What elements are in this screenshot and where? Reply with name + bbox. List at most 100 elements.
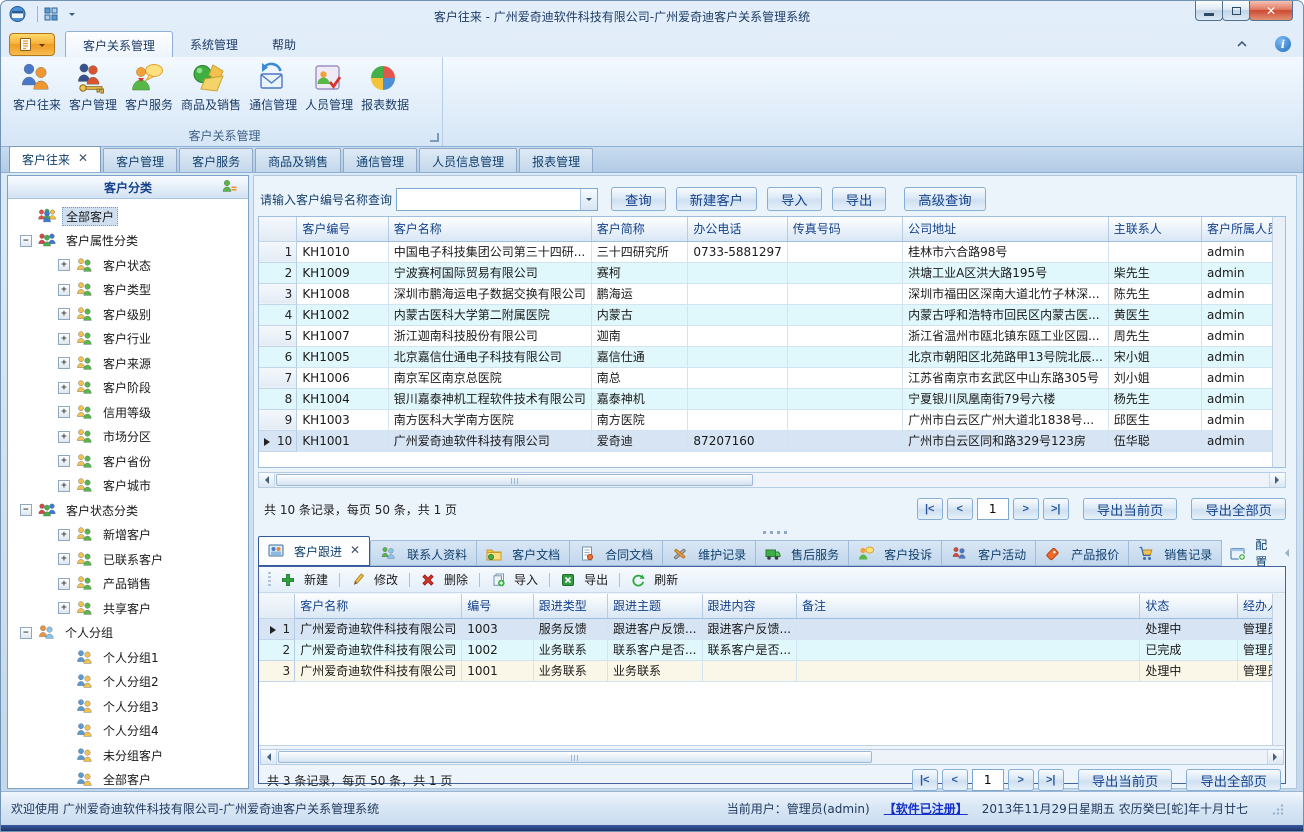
table-row[interactable]: 1广州爱奇迪软件科技有限公司1003服务反馈跟进客户反馈...跟进客户反馈...…: [259, 618, 1285, 639]
last-page-button[interactable]: >|: [1038, 769, 1064, 791]
license-link[interactable]: 【软件已注册】: [884, 800, 968, 817]
scrollbar-thumb[interactable]: [276, 474, 753, 486]
close-tab-icon[interactable]: ✕: [78, 151, 88, 172]
tree-item-1[interactable]: 全部客户: [14, 204, 248, 229]
table-row[interactable]: 3KH1008深圳市鹏海运电子数据交换有限公司鹏海运深圳市福田区深南大道北竹子林…: [259, 283, 1285, 304]
search-button-2[interactable]: 新建客户: [676, 187, 757, 211]
tree-item-19[interactable]: 个人分组1: [14, 645, 248, 670]
ribbon-button-rb-visits[interactable]: 客户往来: [9, 60, 65, 126]
search-button-4[interactable]: 导出: [832, 187, 887, 211]
export-current-page-button[interactable]: 导出当前页: [1078, 769, 1173, 791]
app-icon[interactable]: [9, 6, 26, 22]
table-row[interactable]: 7KH1006南京军区南京总医院南总江苏省南京市玄武区中山东路305号刘小姐ad…: [259, 367, 1285, 388]
tree-item-12[interactable]: +客户城市: [14, 474, 248, 499]
export-current-page-button[interactable]: 导出当前页: [1083, 498, 1178, 520]
tree-item-4[interactable]: +客户类型: [14, 278, 248, 303]
page-number-input[interactable]: [972, 769, 1004, 791]
help-info-icon[interactable]: i: [1275, 36, 1291, 52]
expand-toggle-icon[interactable]: +: [58, 602, 70, 614]
resize-grip-icon[interactable]: [1272, 803, 1284, 815]
tree-item-3[interactable]: +客户状态: [14, 253, 248, 278]
toolbar-export-button[interactable]: 导出: [556, 569, 613, 590]
expand-toggle-icon[interactable]: +: [58, 480, 70, 492]
column-header[interactable]: 办公电话: [688, 217, 787, 241]
toolbar-edit-button[interactable]: 修改: [346, 569, 403, 590]
first-page-button[interactable]: |<: [912, 769, 938, 791]
expand-toggle-icon[interactable]: +: [58, 357, 70, 369]
scrollbar-track[interactable]: [277, 750, 1267, 764]
ribbon-button-rb-report[interactable]: 报表数据: [357, 60, 413, 126]
search-button-1[interactable]: 查询: [611, 187, 666, 211]
prev-page-button[interactable]: <: [947, 498, 973, 520]
export-all-pages-button[interactable]: 导出全部页: [1191, 498, 1286, 520]
horizontal-scrollbar[interactable]: [260, 749, 1284, 765]
column-header[interactable]: 客户简称: [591, 217, 688, 241]
maximize-button[interactable]: [1222, 1, 1250, 21]
expand-toggle-icon[interactable]: +: [58, 382, 70, 394]
scroll-left-button[interactable]: [259, 473, 275, 487]
column-header[interactable]: 备注: [796, 594, 1139, 618]
export-all-pages-button[interactable]: 导出全部页: [1186, 769, 1281, 791]
column-header[interactable]: 跟进主题: [608, 594, 702, 618]
tree-item-18[interactable]: −个人分组: [14, 621, 248, 646]
expand-toggle-icon[interactable]: +: [58, 308, 70, 320]
tree-item-8[interactable]: +客户阶段: [14, 376, 248, 401]
expand-toggle-icon[interactable]: +: [58, 333, 70, 345]
tree-item-5[interactable]: +客户级别: [14, 302, 248, 327]
table-row[interactable]: 5KH1007浙江迦南科技股份有限公司迦南浙江省温州市瓯北镇东瓯工业区园...周…: [259, 325, 1285, 346]
tree-item-21[interactable]: 个人分组3: [14, 694, 248, 719]
expand-toggle-icon[interactable]: +: [58, 284, 70, 296]
doc-tab-3[interactable]: 客户服务: [179, 148, 253, 172]
detail-tab-8[interactable]: 客户活动: [942, 540, 1036, 566]
scroll-left-button[interactable]: [261, 750, 277, 764]
horizontal-scrollbar[interactable]: [258, 472, 1286, 488]
tree-item-7[interactable]: +客户来源: [14, 351, 248, 376]
search-button-3[interactable]: 导入: [767, 187, 822, 211]
column-header[interactable]: 客户名称: [295, 594, 462, 618]
ribbon-tab-3[interactable]: 帮助: [255, 31, 313, 57]
tree-item-10[interactable]: +市场分区: [14, 425, 248, 450]
column-header[interactable]: 客户编号: [297, 217, 388, 241]
tree-item-2[interactable]: −客户属性分类: [14, 229, 248, 254]
tree-item-20[interactable]: 个人分组2: [14, 670, 248, 695]
table-row[interactable]: 2KH1009宁波赛柯国际贸易有限公司赛柯洪塘工业A区洪大路195号柴先生adm…: [259, 262, 1285, 283]
table-row[interactable]: 6KH1005北京嘉信仕通电子科技有限公司嘉信仕通北京市朝阳区北苑路甲13号院北…: [259, 346, 1285, 367]
close-tab-icon[interactable]: ✕: [350, 543, 360, 557]
detail-tab-6[interactable]: 售后服务: [756, 540, 849, 566]
doc-tab-6[interactable]: 人员信息管理: [419, 148, 517, 172]
minimize-button[interactable]: [1195, 1, 1223, 21]
detail-tab-1[interactable]: 客户跟进✕: [258, 536, 370, 566]
scroll-right-button[interactable]: [1267, 750, 1283, 764]
scroll-right-button[interactable]: [1269, 473, 1285, 487]
doc-tab-7[interactable]: 报表管理: [519, 148, 593, 172]
column-header[interactable]: 客户名称: [388, 217, 591, 241]
expand-toggle-icon[interactable]: +: [58, 259, 70, 271]
column-header[interactable]: 编号: [462, 594, 534, 618]
detail-tab-7[interactable]: 客户投诉: [849, 540, 942, 566]
ribbon-button-rb-manage[interactable]: 客户管理: [65, 60, 121, 126]
close-button[interactable]: ✕: [1249, 1, 1293, 21]
combo-dropdown-button[interactable]: [580, 189, 597, 210]
expand-toggle-icon[interactable]: +: [58, 529, 70, 541]
detail-tab-2[interactable]: 联系人资料: [370, 540, 477, 566]
quick-access-toolbar-icon[interactable]: [44, 7, 58, 21]
table-row[interactable]: 8KH1004银川嘉泰神机工程软件技术有限公司嘉泰神机宁夏银川凤凰南街79号六楼…: [259, 388, 1285, 409]
tree-item-11[interactable]: +客户省份: [14, 449, 248, 474]
detail-tab-5[interactable]: 维护记录: [663, 540, 756, 566]
toolbar-add-button[interactable]: 新建: [276, 569, 333, 590]
column-header[interactable]: 跟进类型: [533, 594, 607, 618]
manage-category-icon[interactable]: [221, 179, 237, 194]
tree-item-17[interactable]: +共享客户: [14, 596, 248, 621]
expand-toggle-icon[interactable]: +: [58, 578, 70, 590]
doc-tab-1[interactable]: 客户往来✕: [9, 146, 101, 172]
collapse-toggle-icon[interactable]: −: [20, 235, 32, 247]
ribbon-tab-1[interactable]: 客户关系管理: [65, 31, 173, 57]
table-row[interactable]: 4KH1002内蒙古医科大学第二附属医院内蒙古内蒙古呼和浩特市回民区内蒙古医..…: [259, 304, 1285, 325]
detail-tab-3[interactable]: 客户文档: [477, 540, 570, 566]
next-page-button[interactable]: >: [1008, 769, 1034, 791]
detail-tab-10[interactable]: 销售记录: [1129, 540, 1222, 566]
collapse-toggle-icon[interactable]: −: [20, 504, 32, 516]
tree-item-15[interactable]: +已联系客户: [14, 547, 248, 572]
prev-page-button[interactable]: <: [942, 769, 968, 791]
scrollbar-thumb[interactable]: [278, 751, 872, 763]
